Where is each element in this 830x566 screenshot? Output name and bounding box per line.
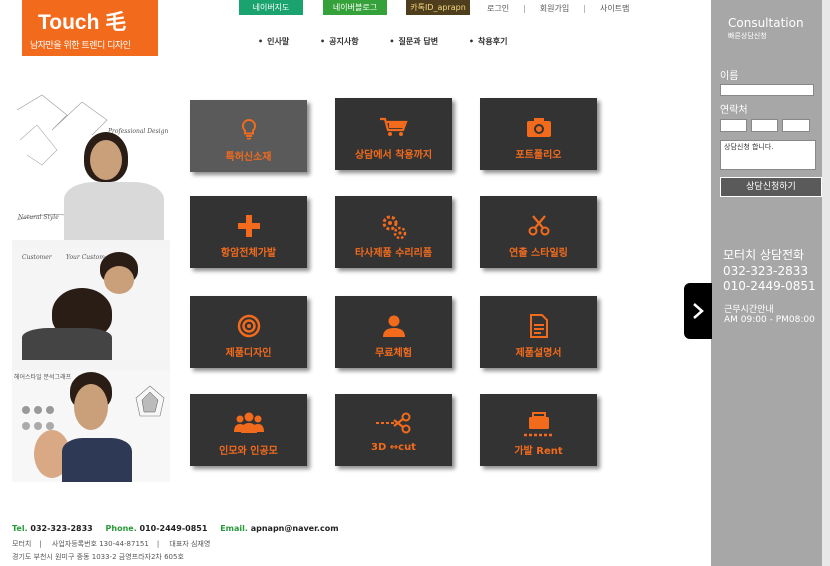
tile-wig-rent[interactable]: 가발 Rent: [480, 394, 597, 466]
name-input[interactable]: [720, 84, 814, 96]
plus-icon: [237, 215, 260, 237]
tile-portfolio[interactable]: 포트폴리오: [480, 98, 597, 170]
customer-scribble: Customer: [22, 254, 52, 261]
user-icon: [382, 315, 405, 337]
tile-label: 가발 Rent: [514, 446, 563, 457]
chevron-right-icon: [693, 303, 704, 319]
tile-consult-to-wear[interactable]: 상담에서 착용까지: [335, 98, 452, 170]
sitemap-link[interactable]: 사이트맵: [600, 4, 629, 13]
naver-map-button[interactable]: 네이버지도: [239, 0, 303, 15]
consultation-sidebar: Consultation 빠른상담신청 이름 연락처 상담신청 합니다. 상담신…: [711, 0, 830, 566]
tile-styling[interactable]: 연출 스타일링: [480, 196, 597, 268]
sidebar-title: Consultation: [728, 16, 804, 30]
phone-number-1: 032-323-2833: [723, 264, 809, 278]
phone-input-2[interactable]: [751, 119, 778, 132]
gears-icon: [382, 215, 406, 240]
phone-number-2: 010-2449-0851: [723, 279, 816, 293]
menu-item-qna[interactable]: 질문과 답변: [399, 37, 439, 46]
page: Touch 毛 남자만을 위한 트렌디 디자인 네이버지도 네이버블로그 카톡I…: [0, 0, 830, 566]
tile-label: 제품설명서: [515, 348, 562, 359]
photo-analysis: 헤어스타일 분석그래프: [12, 370, 170, 482]
hero-photo: Professional Design Natural Style Custom…: [12, 90, 170, 482]
top-links: 로그인 | 회원가입 | 사이트맵: [487, 4, 630, 13]
target-icon: [237, 314, 260, 338]
tile-label: 항암전체가발: [220, 248, 277, 259]
hours-title: 근무시간안내: [724, 305, 774, 315]
photo-designer: Professional Design Natural Style: [12, 90, 170, 240]
menu-item-reviews[interactable]: 착용후기: [478, 37, 507, 46]
tile-patent-material[interactable]: 특허신소재: [190, 100, 307, 172]
tile-label: 포트폴리오: [515, 150, 562, 161]
hours-value: AM 09:00 - PM08:00: [724, 315, 815, 325]
tile-label: 무료체험: [375, 348, 412, 359]
main-menu: • 인사말 • 공지사항 • 질문과 답변 • 착용후기: [258, 37, 508, 46]
footer-phone: 010-2449-0851: [139, 524, 208, 533]
group-icon: [233, 412, 264, 433]
analysis-caption: 헤어스타일 분석그래프: [14, 374, 72, 381]
menu-item-notice[interactable]: 공지사항: [329, 37, 358, 46]
natural-scribble: Natural Style: [18, 214, 59, 221]
sidebar-subtitle: 빠른상담신청: [728, 32, 767, 40]
menu-item-greeting[interactable]: 인사말: [267, 37, 289, 46]
lightbulb-icon: [241, 118, 256, 140]
login-link[interactable]: 로그인: [487, 4, 509, 13]
tile-repair-reform[interactable]: 타사제품 수리리폼: [335, 196, 452, 268]
logo[interactable]: Touch 毛 남자만을 위한 트렌디 디자인: [22, 0, 158, 56]
tile-3d-cut[interactable]: 3D ↔cut: [335, 394, 452, 466]
cart-icon: [379, 117, 408, 136]
logo-tagline: 남자만을 위한 트렌디 디자인: [30, 41, 131, 51]
signup-link[interactable]: 회원가입: [540, 4, 569, 13]
tile-product-design[interactable]: 제품디자인: [190, 296, 307, 368]
tile-manual[interactable]: 제품설명서: [480, 296, 597, 368]
cut-line-icon: [375, 412, 410, 434]
custom-scribble: Your Custom: [66, 254, 105, 261]
tile-free-trial[interactable]: 무료체험: [335, 296, 452, 368]
tile-label: 인모와 인공모: [219, 446, 278, 457]
naver-blog-button[interactable]: 네이버블로그: [323, 0, 387, 15]
tile-label: 3D ↔cut: [371, 442, 416, 453]
briefcase-icon: [523, 412, 554, 437]
tile-human-synthetic-hair[interactable]: 인모와 인공모: [190, 394, 307, 466]
footer-tel: 032-323-2833: [30, 524, 93, 533]
photo-haircut: Customer Your Custom: [12, 248, 170, 360]
camera-icon: [526, 118, 551, 137]
tile-chemo-wig[interactable]: 항암전체가발: [190, 196, 307, 268]
logo-title: Touch 毛: [38, 11, 127, 34]
professional-scribble: Professional Design: [108, 128, 169, 135]
submit-consultation-button[interactable]: 상담신청하기: [720, 177, 822, 197]
message-textarea[interactable]: 상담신청 합니다.: [720, 140, 816, 170]
phone-input-3[interactable]: [782, 119, 810, 132]
scissors-icon: [528, 215, 549, 236]
footer-contact: Tel. 032-323-2833 Phone. 010-2449-0851 E…: [12, 524, 339, 533]
tile-label: 연출 스타일링: [509, 248, 568, 259]
tile-label: 특허신소재: [225, 152, 272, 163]
phone-label: 연락처: [720, 105, 748, 116]
footer-address: 경기도 부천시 원미구 중동 1033-2 금영프라자2차 605호: [12, 553, 184, 561]
document-icon: [529, 314, 548, 338]
scrollbar[interactable]: [822, 0, 830, 566]
call-title: 모터치 상담전화: [723, 248, 805, 262]
phone-input-1[interactable]: [720, 119, 747, 132]
kakao-id-button[interactable]: 카톡ID_aprapn: [406, 0, 470, 15]
name-label: 이름: [720, 71, 739, 82]
tile-label: 제품디자인: [225, 348, 272, 359]
sidebar-toggle-button[interactable]: [684, 283, 712, 339]
footer-email[interactable]: apnapn@naver.com: [251, 524, 339, 533]
tile-label: 상담에서 착용까지: [354, 150, 433, 161]
tile-label: 타사제품 수리리폼: [354, 248, 433, 259]
footer-business-info: 모터치 | 사업자등록번호 130-44-87151 | 대표자 심재영: [12, 540, 211, 548]
